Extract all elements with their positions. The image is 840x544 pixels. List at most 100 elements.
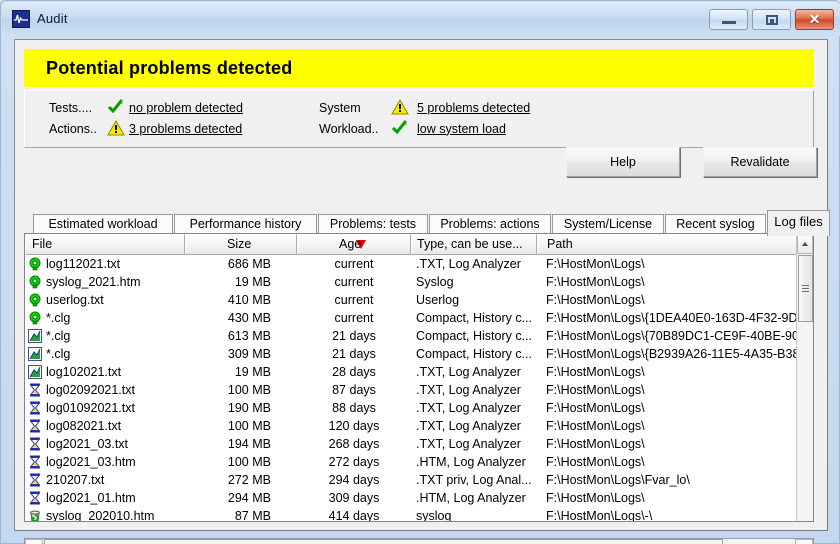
green-check-icon [107,99,127,116]
cell-file: *.clg [25,311,185,325]
maximize-icon [766,15,778,25]
vertical-scroll-thumb[interactable] [798,255,813,322]
cell-type: Compact, History c... [416,347,532,361]
cell-age: 414 days [328,509,380,522]
tab-problems-actions[interactable]: Problems: actions [429,214,551,235]
cell-size: 87 MB [234,509,271,522]
table-row[interactable]: log112021.txt 686 MB current .TXT, Log Anal… [25,255,797,273]
file-name: userlog.txt [46,293,104,307]
cell-age: 21 days [332,347,376,361]
table-row[interactable]: log02092021.txt 100 MB 87 days .TXT, Log An… [25,381,797,399]
table-row[interactable]: *.clg 613 MB 21 days Compact, History c... F… [25,327,797,345]
cell-path: F:\HostMon\Logs\ [546,365,645,379]
close-icon: ✕ [808,11,821,27]
revalidate-button[interactable]: Revalidate [703,147,817,177]
cell-path: F:\HostMon\Logs\ [546,383,645,397]
log-files-table: File Size Age Type, can be use... Path l… [24,233,814,522]
table-row[interactable]: log2021_03.htm 100 MB 272 days .HTM, Log An… [25,453,797,471]
actions-status-link[interactable]: 3 problems detected [129,122,243,136]
green-gauge-icon [28,275,42,289]
cell-path: F:\HostMon\Logs\{70B89DC1-CE9F-40BE-90FB… [546,329,797,343]
vertical-scrollbar[interactable] [796,234,813,521]
table-row[interactable]: 210207.txt 272 MB 294 days .TXT priv, Log A… [25,471,797,489]
minimize-icon [722,21,736,24]
column-header-age[interactable]: Age [297,234,411,255]
cell-file: *.clg [25,347,185,361]
table-row[interactable]: log2021_01.htm 294 MB 309 days .HTM, Log An… [25,489,797,507]
column-header-label: Age [339,237,362,251]
scroll-right-arrow-icon[interactable] [795,539,813,544]
tests-label: Tests.... [49,100,93,115]
title-bar[interactable]: Audit ✕ [2,2,840,36]
cell-path: F:\HostMon\Logs\ [546,257,645,271]
cell-type: .TXT, Log Analyzer [416,383,521,397]
tab-log-files[interactable]: Log files [767,210,830,236]
help-button[interactable]: Help [566,147,680,177]
tests-status-link[interactable]: no problem detected [129,101,243,115]
green-gauge-icon [28,311,42,325]
warning-triangle-icon [107,120,127,137]
pulse-monitor-icon [12,10,30,28]
cell-size: 309 MB [227,347,271,361]
tab-label: Recent syslog [676,217,755,231]
horizontal-scroll-thumb[interactable] [44,539,723,544]
minimize-button[interactable] [709,9,748,30]
table-row[interactable]: log2021_03.txt 194 MB 268 days .TXT, Log An… [25,435,797,453]
hourglass-icon [28,383,42,397]
cell-size: 100 MB [227,383,271,397]
tab-performance-history[interactable]: Performance history [174,214,317,235]
cell-size: 194 MB [227,437,271,451]
cell-file: log02092021.txt [25,383,185,397]
summary-panel: Tests.... no problem detected Actions.. [24,90,814,148]
alert-banner: Potential problems detected [24,49,814,87]
maximize-button[interactable] [752,9,791,30]
cell-size: 686 MB [227,257,271,271]
column-header-type[interactable]: Type, can be use... [411,234,537,255]
file-name: *.clg [46,311,71,325]
scroll-left-arrow-icon[interactable] [25,539,43,544]
column-header-label: Type, can be use... [417,237,523,251]
file-name: log082021.txt [46,419,122,433]
hourglass-icon [28,419,42,433]
workload-status-link[interactable]: low system load [417,122,530,136]
system-status-link[interactable]: 5 problems detected [417,101,530,115]
tab-estimated-workload[interactable]: Estimated workload [33,214,173,235]
tab-system-license[interactable]: System/License [552,214,664,235]
tab-recent-syslog[interactable]: Recent syslog [665,214,766,235]
table-row[interactable]: userlog.txt 410 MB current Userlog F:\HostMo… [25,291,797,309]
table-row[interactable]: *.clg 309 MB 21 days Compact, History c... F… [25,345,797,363]
tab-problems-tests[interactable]: Problems: tests [318,214,428,235]
close-button[interactable]: ✕ [795,9,834,30]
table-row[interactable]: syslog_202010.htm 87 MB 414 days syslog F:\H… [25,507,797,522]
cell-type: Syslog [416,275,454,289]
cell-file: log082021.txt [25,419,185,433]
horizontal-scrollbar[interactable] [24,538,814,544]
green-gauge-icon [28,257,42,271]
file-name: *.clg [46,329,71,343]
tab-label: Estimated workload [48,217,158,231]
cell-file: syslog_2021.htm [25,275,185,289]
cell-size: 19 MB [234,275,271,289]
table-row[interactable]: log01092021.txt 190 MB 88 days .TXT, Log An… [25,399,797,417]
hourglass-icon [28,491,42,505]
cell-path: F:\HostMon\Logs\ [546,293,645,307]
cell-age: 28 days [332,365,376,379]
tab-label: System/License [563,217,653,231]
column-header-path[interactable]: Path [537,234,813,255]
table-row[interactable]: syslog_2021.htm 19 MB current Syslog F:\Host… [25,273,797,291]
file-name: log112021.txt [46,257,121,271]
cell-path: F:\HostMon\Logs\ [546,491,645,505]
column-header-size[interactable]: Size [185,234,297,255]
table-header-row: File Size Age Type, can be use... Path [25,234,813,255]
cell-size: 294 MB [227,491,271,505]
cell-path: F:\HostMon\Logs\ [546,437,645,451]
hourglass-icon [28,437,42,451]
table-row[interactable]: log102021.txt 19 MB 28 days .TXT, Log Analy… [25,363,797,381]
cell-type: .TXT, Log Analyzer [416,419,521,433]
chart-icon [28,365,42,379]
summary-left-group: Tests.... no problem detected Actions.. [49,99,243,137]
table-row[interactable]: log082021.txt 100 MB 120 days .TXT, Log Ana… [25,417,797,435]
scroll-up-arrow-icon[interactable] [797,234,813,254]
column-header-file[interactable]: File [25,234,185,255]
table-row[interactable]: *.clg 430 MB current Compact, History c... F… [25,309,797,327]
